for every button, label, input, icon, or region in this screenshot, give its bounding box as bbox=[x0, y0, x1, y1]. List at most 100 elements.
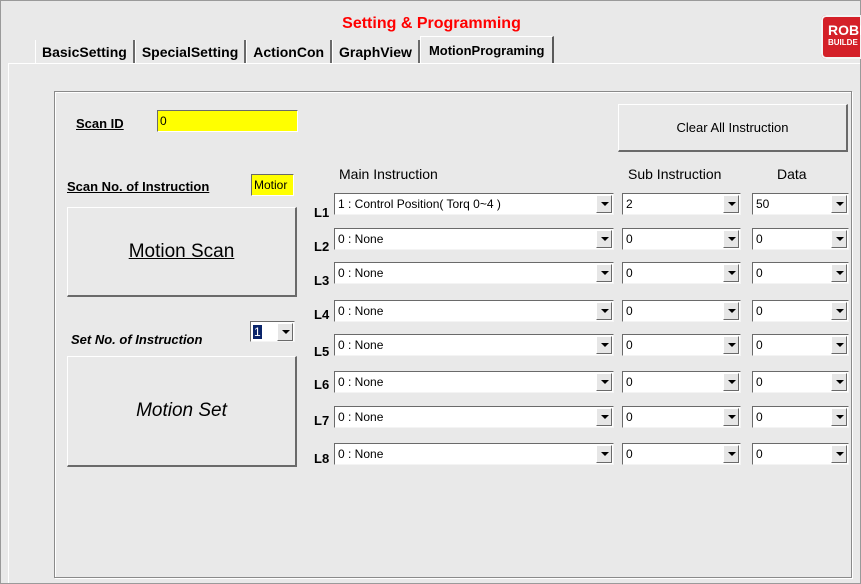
scan-id-label: Scan ID bbox=[76, 116, 124, 131]
tab-basic-setting[interactable]: BasicSetting bbox=[35, 40, 135, 64]
chevron-down-icon[interactable] bbox=[831, 195, 847, 213]
chevron-down-icon[interactable] bbox=[831, 445, 847, 463]
sub-instruction-value: 0 bbox=[626, 304, 633, 318]
clear-all-instruction-button[interactable]: Clear All Instruction bbox=[618, 104, 848, 152]
sub-instruction-select-l4[interactable]: 0 bbox=[622, 300, 741, 322]
chevron-down-icon[interactable] bbox=[723, 302, 739, 320]
data-value: 0 bbox=[756, 338, 763, 352]
chevron-down-icon[interactable] bbox=[277, 323, 293, 341]
main-instruction-select-l3[interactable]: 0 : None bbox=[334, 262, 614, 284]
set-no-of-instruction-label: Set No. of Instruction bbox=[71, 332, 203, 347]
sub-instruction-value: 0 bbox=[626, 447, 633, 461]
data-select-l4[interactable]: 0 bbox=[752, 300, 849, 322]
chevron-down-icon[interactable] bbox=[723, 264, 739, 282]
motion-scan-button[interactable]: Motion Scan bbox=[67, 207, 297, 297]
tab-motion-programing[interactable]: MotionPrograming bbox=[419, 36, 555, 64]
scan-no-of-instruction-field[interactable]: Motior bbox=[251, 174, 294, 196]
chevron-down-icon[interactable] bbox=[831, 408, 847, 426]
row-label-l8: L8 bbox=[314, 451, 330, 466]
chevron-down-icon[interactable] bbox=[723, 408, 739, 426]
chevron-down-icon[interactable] bbox=[596, 336, 612, 354]
sub-instruction-value: 0 bbox=[626, 410, 633, 424]
chevron-down-icon[interactable] bbox=[596, 230, 612, 248]
data-select-l6[interactable]: 0 bbox=[752, 371, 849, 393]
chevron-down-icon[interactable] bbox=[723, 445, 739, 463]
logo-text-line1: ROBI bbox=[828, 22, 861, 38]
sub-instruction-select-l5[interactable]: 0 bbox=[622, 334, 741, 356]
set-no-value: 1 bbox=[253, 325, 262, 339]
main-instruction-select-l6[interactable]: 0 : None bbox=[334, 371, 614, 393]
scan-id-field[interactable]: 0 bbox=[157, 110, 298, 132]
data-select-l1[interactable]: 50 bbox=[752, 193, 849, 215]
sub-instruction-header: Sub Instruction bbox=[628, 166, 722, 182]
sub-instruction-select-l6[interactable]: 0 bbox=[622, 371, 741, 393]
data-select-l2[interactable]: 0 bbox=[752, 228, 849, 250]
chevron-down-icon[interactable] bbox=[723, 336, 739, 354]
data-value: 0 bbox=[756, 304, 763, 318]
data-value: 0 bbox=[756, 410, 763, 424]
tab-special-setting[interactable]: SpecialSetting bbox=[134, 40, 247, 64]
data-value: 0 bbox=[756, 375, 763, 389]
chevron-down-icon[interactable] bbox=[596, 373, 612, 391]
main-instruction-value: 1 : Control Position( Torq 0~4 ) bbox=[338, 197, 501, 211]
data-value: 0 bbox=[756, 266, 763, 280]
chevron-down-icon[interactable] bbox=[831, 230, 847, 248]
robobuilder-logo: ROBI BUILDE bbox=[821, 15, 861, 59]
data-select-l5[interactable]: 0 bbox=[752, 334, 849, 356]
sub-instruction-value: 0 bbox=[626, 266, 633, 280]
logo-text-line2: BUILDE bbox=[828, 38, 858, 47]
sub-instruction-value: 0 bbox=[626, 338, 633, 352]
sub-instruction-select-l7[interactable]: 0 bbox=[622, 406, 741, 428]
main-instruction-select-l1[interactable]: 1 : Control Position( Torq 0~4 ) bbox=[334, 193, 614, 215]
app-window: Setting & Programming ROBI BUILDE BasicS… bbox=[0, 0, 861, 584]
chevron-down-icon[interactable] bbox=[831, 302, 847, 320]
motion-set-button[interactable]: Motion Set bbox=[67, 356, 297, 467]
data-value: 0 bbox=[756, 447, 763, 461]
chevron-down-icon[interactable] bbox=[596, 408, 612, 426]
chevron-down-icon[interactable] bbox=[596, 445, 612, 463]
set-no-of-instruction-select[interactable]: 1 bbox=[250, 321, 295, 342]
main-instruction-value: 0 : None bbox=[338, 375, 384, 389]
row-label-l6: L6 bbox=[314, 377, 330, 392]
main-instruction-value: 0 : None bbox=[338, 447, 384, 461]
main-instruction-select-l5[interactable]: 0 : None bbox=[334, 334, 614, 356]
sub-instruction-select-l2[interactable]: 0 bbox=[622, 228, 741, 250]
chevron-down-icon[interactable] bbox=[723, 373, 739, 391]
chevron-down-icon[interactable] bbox=[831, 264, 847, 282]
main-instruction-value: 0 : None bbox=[338, 266, 384, 280]
data-select-l7[interactable]: 0 bbox=[752, 406, 849, 428]
row-label-l7: L7 bbox=[314, 413, 330, 428]
row-label-l3: L3 bbox=[314, 273, 330, 288]
tab-graph-view[interactable]: GraphView bbox=[332, 40, 420, 64]
data-value: 50 bbox=[756, 197, 770, 211]
sub-instruction-select-l8[interactable]: 0 bbox=[622, 443, 741, 465]
row-label-l5: L5 bbox=[314, 344, 330, 359]
row-label-l1: L1 bbox=[314, 205, 330, 220]
main-instruction-header: Main Instruction bbox=[339, 166, 438, 182]
tab-action-con[interactable]: ActionCon bbox=[246, 40, 333, 64]
data-select-l8[interactable]: 0 bbox=[752, 443, 849, 465]
chevron-down-icon[interactable] bbox=[596, 264, 612, 282]
chevron-down-icon[interactable] bbox=[596, 195, 612, 213]
main-instruction-value: 0 : None bbox=[338, 304, 384, 318]
sub-instruction-select-l1[interactable]: 2 bbox=[622, 193, 741, 215]
sub-instruction-value: 0 bbox=[626, 375, 633, 389]
main-instruction-select-l8[interactable]: 0 : None bbox=[334, 443, 614, 465]
sub-instruction-select-l3[interactable]: 0 bbox=[622, 262, 741, 284]
chevron-down-icon[interactable] bbox=[723, 195, 739, 213]
row-label-l4: L4 bbox=[314, 307, 330, 322]
sub-instruction-value: 2 bbox=[626, 197, 633, 211]
chevron-down-icon[interactable] bbox=[831, 336, 847, 354]
main-instruction-value: 0 : None bbox=[338, 410, 384, 424]
sub-instruction-value: 0 bbox=[626, 232, 633, 246]
chevron-down-icon[interactable] bbox=[596, 302, 612, 320]
main-instruction-select-l7[interactable]: 0 : None bbox=[334, 406, 614, 428]
data-select-l3[interactable]: 0 bbox=[752, 262, 849, 284]
main-instruction-value: 0 : None bbox=[338, 338, 384, 352]
chevron-down-icon[interactable] bbox=[723, 230, 739, 248]
main-instruction-select-l2[interactable]: 0 : None bbox=[334, 228, 614, 250]
chevron-down-icon[interactable] bbox=[831, 373, 847, 391]
tab-bar: BasicSetting SpecialSetting ActionCon Gr… bbox=[35, 36, 555, 64]
main-instruction-select-l4[interactable]: 0 : None bbox=[334, 300, 614, 322]
data-value: 0 bbox=[756, 232, 763, 246]
